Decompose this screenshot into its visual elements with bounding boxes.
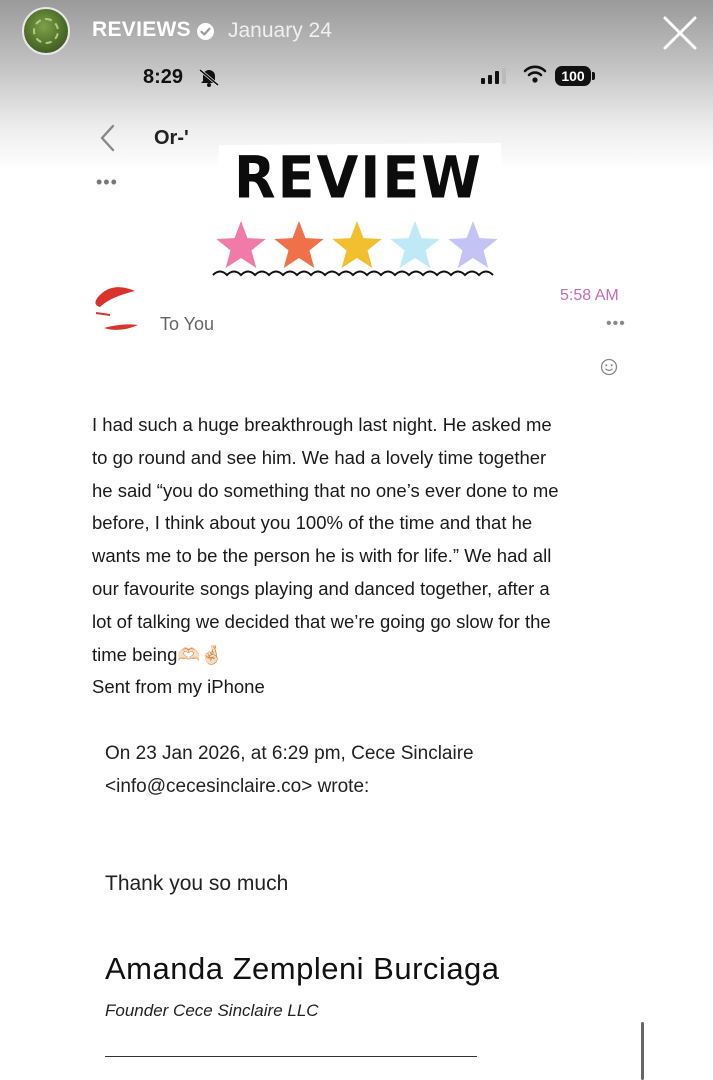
message-line: he said “you do something that no one’s … <box>92 479 559 501</box>
wifi-icon <box>523 64 547 89</box>
profile-avatar[interactable] <box>22 7 70 55</box>
message-line: time being🫶🏻🤞🏻 <box>92 643 224 665</box>
scroll-indicator[interactable] <box>641 1022 644 1080</box>
silent-bell-icon <box>198 67 220 92</box>
verified-badge-icon <box>197 23 214 40</box>
message-line: to go round and see him. We had a lovely… <box>92 446 547 468</box>
quoted-header-email[interactable]: <info@cecesinclaire.co> wrote: <box>105 771 474 804</box>
back-chevron-icon[interactable] <box>98 123 118 158</box>
close-icon[interactable] <box>660 13 700 53</box>
quoted-body: Thank you so much <box>105 872 289 895</box>
signature-name: Amanda Zempleni Burciaga <box>105 951 500 986</box>
message-body: I had such a huge breakthrough last nigh… <box>92 409 652 704</box>
signature-divider <box>105 1056 477 1057</box>
story-date: January 24 <box>228 19 332 42</box>
quoted-header: On 23 Jan 2026, at 6:29 pm, Cece Sinclai… <box>105 738 474 803</box>
message-more-icon[interactable]: ••• <box>606 315 626 333</box>
message-line: I had such a huge breakthrough last nigh… <box>92 414 552 435</box>
quoted-header-line: On 23 Jan 2026, at 6:29 pm, Cece Sinclai… <box>105 743 474 764</box>
message-time: 5:58 AM <box>560 287 619 304</box>
mail-header-title: Or-' <box>154 127 189 149</box>
recipient-label[interactable]: To You <box>160 314 214 335</box>
sender-logo-icon <box>92 283 142 340</box>
sent-from-line: Sent from my iPhone <box>92 676 265 698</box>
signature-title: Founder Cece Sinclaire LLC <box>105 1001 319 1020</box>
battery-tip <box>592 72 595 80</box>
story-account-name[interactable]: REVIEWS <box>92 18 191 42</box>
reaction-smiley-icon[interactable] <box>600 358 618 381</box>
review-sticker-text: REVIEW <box>234 143 483 212</box>
more-options-icon[interactable]: ••• <box>96 172 118 193</box>
message-line: wants me to be the person he is with for… <box>92 545 552 567</box>
message-line: our favourite songs playing and danced t… <box>92 577 550 599</box>
message-line: before, I think about you 100% of the ti… <box>92 512 533 534</box>
status-time: 8:29 <box>143 66 184 88</box>
cellular-signal-icon <box>481 68 507 89</box>
battery-indicator: 100 <box>555 66 591 86</box>
message-line: lot of talking we decided that we’re goi… <box>92 610 551 632</box>
